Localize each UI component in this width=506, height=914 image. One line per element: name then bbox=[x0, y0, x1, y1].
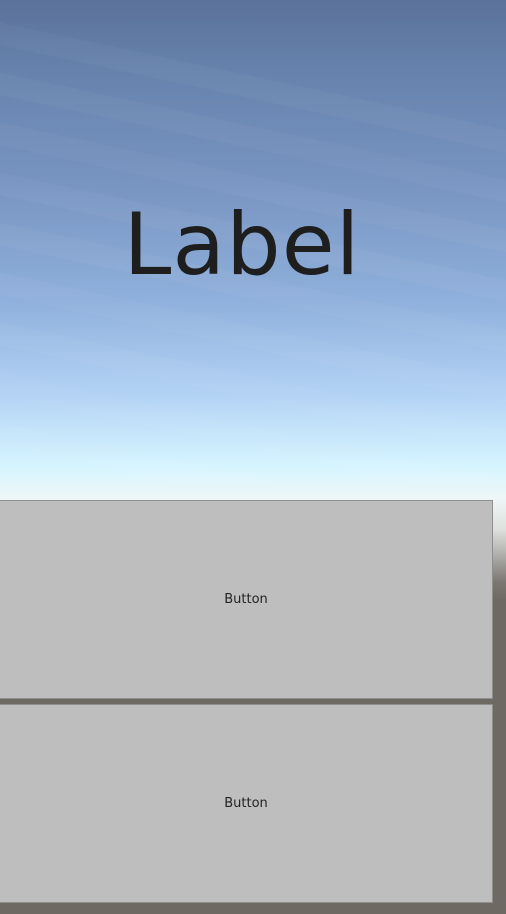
button-1[interactable]: Button bbox=[0, 500, 493, 699]
button-1-label: Button bbox=[224, 592, 268, 607]
label-text: Label bbox=[123, 195, 361, 295]
game-view: Label Button Button bbox=[0, 0, 506, 914]
button-2-label: Button bbox=[224, 796, 268, 811]
button-2[interactable]: Button bbox=[0, 704, 493, 903]
